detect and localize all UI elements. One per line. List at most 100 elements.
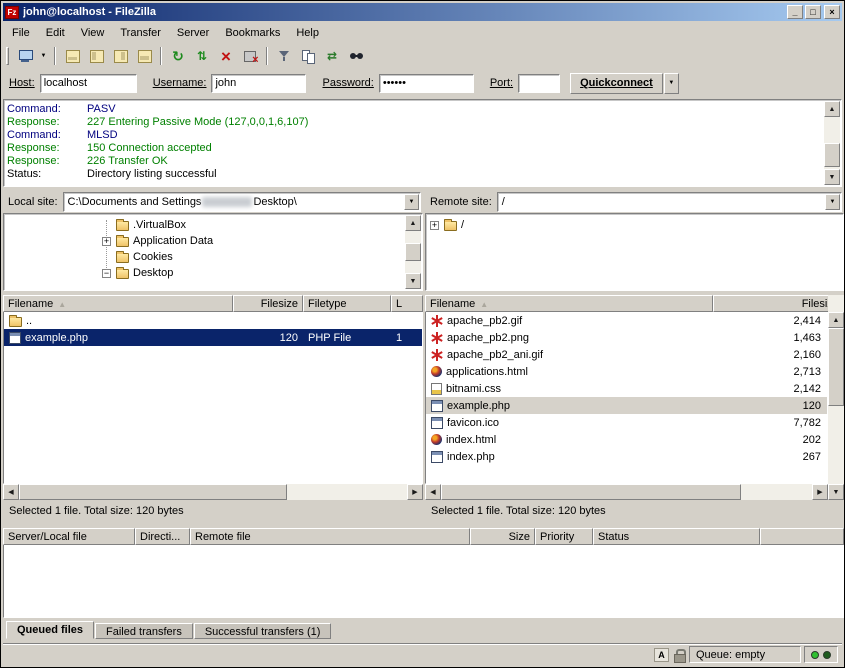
scroll-up-button[interactable] bbox=[405, 215, 421, 231]
column-header-filename[interactable]: Filename bbox=[425, 295, 713, 312]
scroll-right-button[interactable] bbox=[812, 484, 828, 500]
menu-edit[interactable]: Edit bbox=[38, 24, 73, 42]
scroll-up-button[interactable] bbox=[824, 101, 840, 117]
column-header-priority[interactable]: Priority bbox=[535, 528, 593, 545]
local-tree-scrollbar[interactable] bbox=[405, 215, 421, 289]
column-header-direction[interactable]: Directi... bbox=[135, 528, 190, 545]
queue-list[interactable] bbox=[3, 545, 844, 618]
cancel-button[interactable] bbox=[214, 45, 238, 67]
combo-dropdown-button[interactable] bbox=[404, 194, 419, 210]
local-list-header: Filename Filesize Filetype L bbox=[3, 295, 423, 312]
tree-item-cookies[interactable]: Cookies bbox=[4, 249, 404, 265]
file-row[interactable]: applications.html2,713 bbox=[426, 363, 827, 380]
column-header-last-modified[interactable]: L bbox=[391, 295, 423, 312]
tab-queued-files[interactable]: Queued files bbox=[6, 621, 94, 639]
remote-site-combo[interactable]: / bbox=[497, 192, 842, 212]
scrollbar-thumb[interactable] bbox=[824, 143, 840, 167]
file-row-example-php[interactable]: example.php120 bbox=[426, 397, 827, 414]
refresh-button[interactable] bbox=[166, 45, 190, 67]
file-size: 1,463 bbox=[715, 332, 827, 344]
menu-view[interactable]: View bbox=[73, 24, 113, 42]
toggle-queue-button[interactable] bbox=[132, 45, 156, 67]
toggle-remote-tree-button[interactable] bbox=[108, 45, 132, 67]
tree-item-virtualbox[interactable]: .VirtualBox bbox=[4, 217, 404, 233]
file-row[interactable]: apache_pb2_ani.gif2,160 bbox=[426, 346, 827, 363]
column-header-filesize[interactable]: Filesize bbox=[713, 295, 844, 312]
scroll-left-button[interactable] bbox=[3, 484, 19, 500]
tree-expander[interactable]: − bbox=[102, 269, 111, 278]
local-site-combo[interactable]: C:\Documents and SettingsDesktop\ bbox=[63, 192, 421, 212]
disconnect-button[interactable] bbox=[238, 45, 262, 67]
encryption-lock-icon[interactable] bbox=[672, 648, 686, 662]
data-type-indicator-icon[interactable]: A bbox=[654, 648, 669, 662]
column-header-server-local-file[interactable]: Server/Local file bbox=[3, 528, 135, 545]
tree-rows: .VirtualBox +Application Data Cookies −D… bbox=[4, 217, 404, 281]
tree-expander[interactable]: + bbox=[430, 221, 439, 230]
scroll-down-button[interactable] bbox=[828, 484, 844, 500]
maximize-button[interactable]: □ bbox=[805, 5, 821, 19]
scrollbar-thumb[interactable] bbox=[19, 484, 287, 500]
menu-transfer[interactable]: Transfer bbox=[112, 24, 169, 42]
tree-expander[interactable]: + bbox=[102, 237, 111, 246]
filter-button[interactable] bbox=[272, 45, 296, 67]
synchronized-browsing-button[interactable] bbox=[320, 45, 344, 67]
local-list-hscrollbar[interactable] bbox=[3, 484, 423, 500]
file-row-parent-dir[interactable]: .. bbox=[4, 312, 422, 329]
menu-server[interactable]: Server bbox=[169, 24, 217, 42]
menu-help[interactable]: Help bbox=[288, 24, 327, 42]
tab-successful-transfers[interactable]: Successful transfers (1) bbox=[194, 623, 332, 639]
tree-expander[interactable] bbox=[102, 253, 111, 262]
tree-item-root[interactable]: +/ bbox=[426, 217, 825, 233]
log-line: Response:226 Transfer OK bbox=[7, 155, 821, 168]
file-row[interactable]: bitnami.css2,142 bbox=[426, 380, 827, 397]
menu-bookmarks[interactable]: Bookmarks bbox=[217, 24, 288, 42]
scroll-left-button[interactable] bbox=[425, 484, 441, 500]
scroll-down-button[interactable] bbox=[824, 169, 840, 185]
scrollbar-thumb[interactable] bbox=[828, 328, 844, 406]
directory-comparison-button[interactable] bbox=[296, 45, 320, 67]
file-row[interactable]: favicon.ico7,782 bbox=[426, 414, 827, 431]
menubar: File Edit View Transfer Server Bookmarks… bbox=[3, 23, 842, 43]
port-input[interactable] bbox=[518, 74, 560, 93]
scrollbar-thumb[interactable] bbox=[405, 243, 421, 261]
column-header-filesize[interactable]: Filesize bbox=[233, 295, 303, 312]
site-manager-dropdown-button[interactable] bbox=[37, 45, 50, 67]
find-button[interactable] bbox=[344, 45, 368, 67]
quickconnect-button[interactable]: Quickconnect bbox=[570, 73, 663, 94]
file-row[interactable]: apache_pb2.png1,463 bbox=[426, 329, 827, 346]
process-queue-button[interactable] bbox=[190, 45, 214, 67]
file-row-example-php[interactable]: example.php 120 PHP File 1 bbox=[4, 329, 422, 346]
log-scrollbar[interactable] bbox=[824, 101, 840, 185]
site-manager-button[interactable] bbox=[13, 45, 37, 67]
remote-list-hscrollbar[interactable] bbox=[425, 484, 828, 500]
column-header-filename[interactable]: Filename bbox=[3, 295, 233, 312]
remote-list-scrollbar[interactable] bbox=[828, 295, 844, 500]
column-header-status[interactable]: Status bbox=[593, 528, 760, 545]
tree-item-application-data[interactable]: +Application Data bbox=[4, 233, 404, 249]
scroll-right-button[interactable] bbox=[407, 484, 423, 500]
tab-failed-transfers[interactable]: Failed transfers bbox=[95, 623, 193, 639]
scroll-down-button[interactable] bbox=[405, 273, 421, 289]
toggle-local-tree-button[interactable] bbox=[84, 45, 108, 67]
titlebar[interactable]: Fz john@localhost - FileZilla _ □ × bbox=[3, 3, 842, 21]
combo-dropdown-button[interactable] bbox=[825, 194, 840, 210]
tree-item-desktop[interactable]: −Desktop bbox=[4, 265, 404, 281]
file-row[interactable]: index.php267 bbox=[426, 448, 827, 465]
minimize-button[interactable]: _ bbox=[787, 5, 803, 19]
column-header-remote-file[interactable]: Remote file bbox=[190, 528, 470, 545]
quickconnect-dropdown-button[interactable] bbox=[664, 73, 679, 94]
tree-expander[interactable] bbox=[102, 221, 111, 230]
close-button[interactable]: × bbox=[824, 5, 840, 19]
username-input[interactable] bbox=[211, 74, 306, 93]
scrollbar-thumb[interactable] bbox=[441, 484, 741, 500]
menu-file[interactable]: File bbox=[4, 24, 38, 42]
file-row[interactable]: index.html202 bbox=[426, 431, 827, 448]
toolbar bbox=[3, 43, 842, 69]
scroll-up-button[interactable] bbox=[828, 312, 844, 328]
toggle-message-log-button[interactable] bbox=[60, 45, 84, 67]
column-header-size[interactable]: Size bbox=[470, 528, 535, 545]
password-input[interactable] bbox=[379, 74, 474, 93]
host-input[interactable] bbox=[40, 74, 137, 93]
file-row[interactable]: apache_pb2.gif2,414 bbox=[426, 312, 827, 329]
column-header-filetype[interactable]: Filetype bbox=[303, 295, 391, 312]
